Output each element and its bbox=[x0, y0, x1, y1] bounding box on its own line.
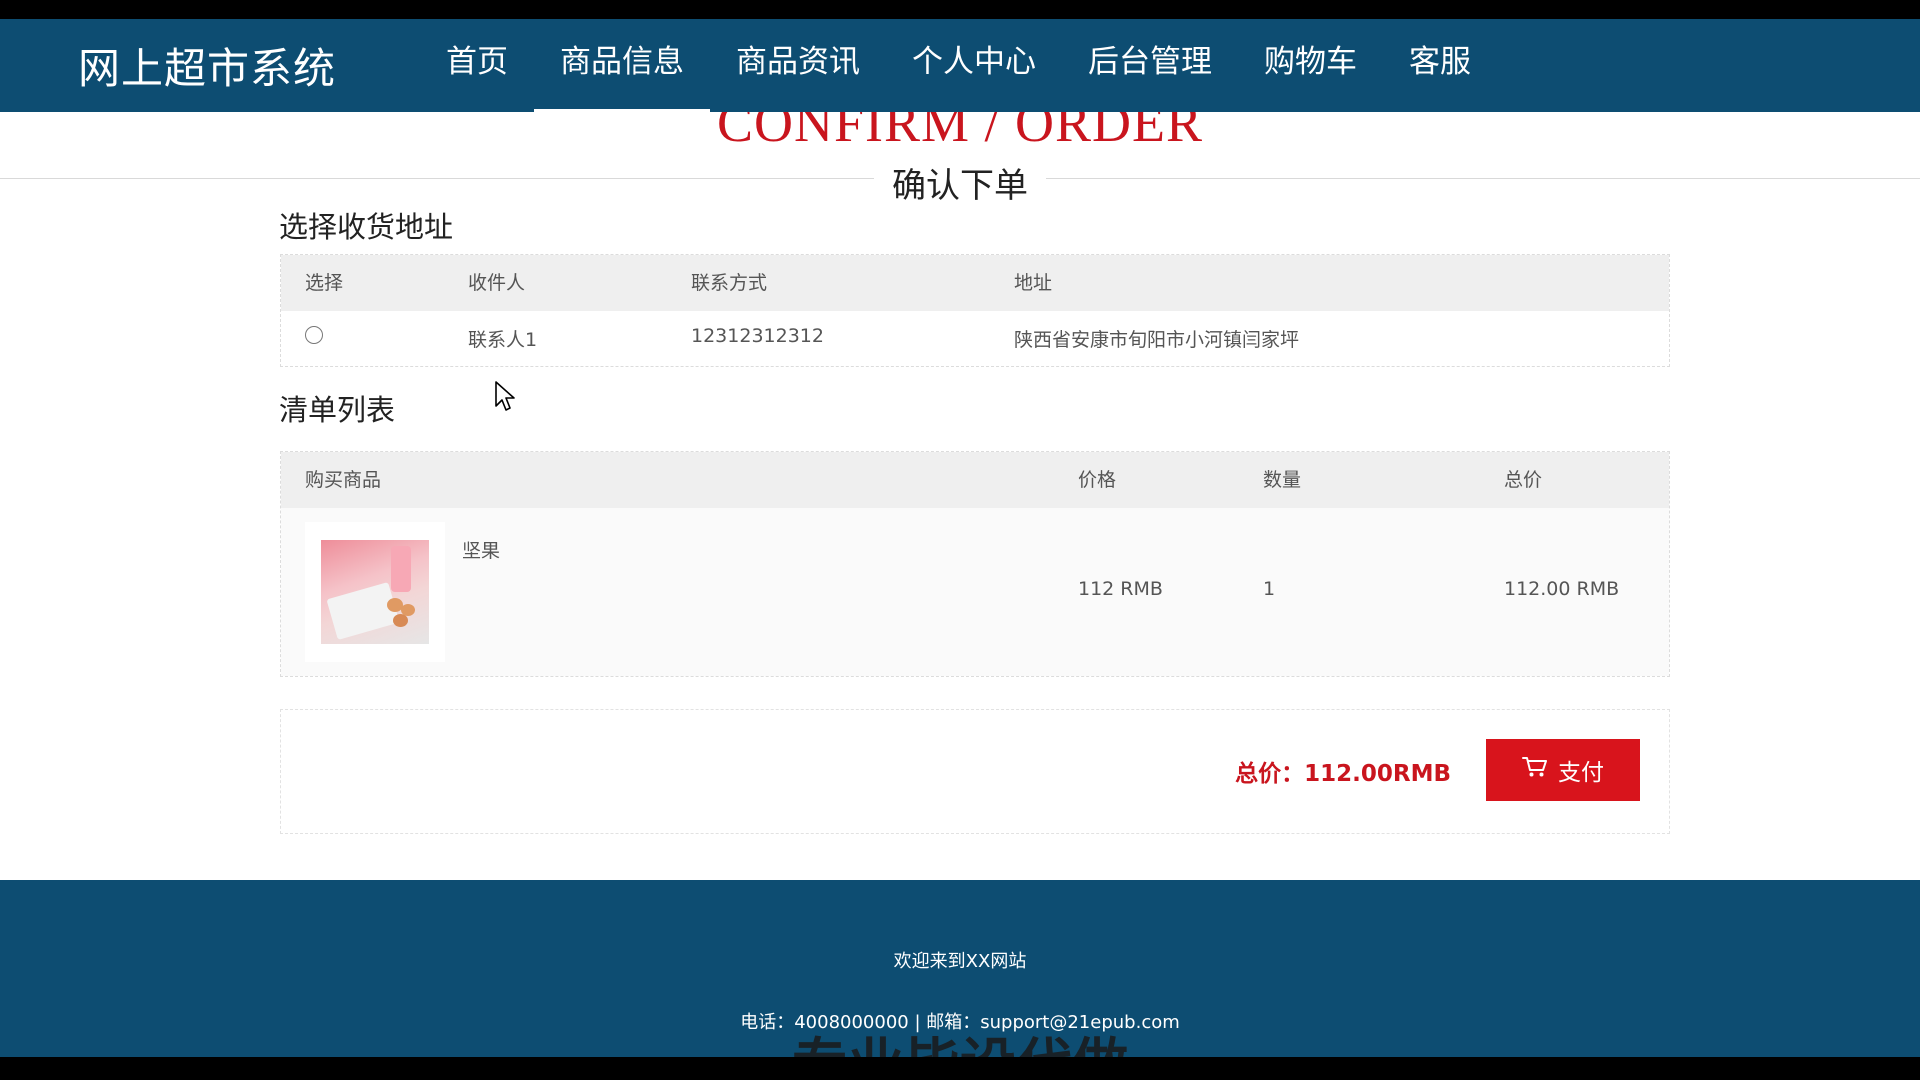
order-table-header: 购买商品 价格 数量 总价 bbox=[281, 452, 1669, 508]
brand-title: 网上超市系统 bbox=[78, 44, 337, 93]
order-summary: 总价：112.00RMB 支付 bbox=[280, 709, 1670, 834]
order-col-quantity: 数量 bbox=[1263, 469, 1302, 491]
phone-cell: 12312312312 bbox=[691, 325, 824, 347]
page-subtitle: 确认下单 bbox=[0, 158, 1920, 207]
address-col-recipient: 收件人 bbox=[468, 272, 526, 294]
nav-item-profile[interactable]: 个人中心 bbox=[886, 19, 1062, 112]
footer-welcome: 欢迎来到XX网站 bbox=[893, 951, 1027, 972]
mouse-cursor-icon bbox=[495, 381, 515, 411]
nav-item-service[interactable]: 客服 bbox=[1383, 19, 1497, 112]
order-col-price: 价格 bbox=[1078, 469, 1117, 491]
address-section-title: 选择收货地址 bbox=[279, 210, 454, 244]
product-price: 112 RMB bbox=[1078, 578, 1163, 600]
order-col-product: 购买商品 bbox=[305, 469, 382, 491]
main-content: CONFIRM / ORDER 确认下单 选择收货地址 选择 收件人 联系方式 … bbox=[0, 112, 1920, 880]
address-cell: 陕西省安康市旬阳市小河镇闫家坪 bbox=[1014, 329, 1300, 351]
watermark-text: 专业毕设代做 bbox=[0, 1020, 1920, 1057]
footer: 欢迎来到XX网站 电话：4008000000 | 邮箱：support@21ep… bbox=[0, 880, 1920, 1057]
nav-item-products[interactable]: 商品信息 bbox=[534, 19, 710, 112]
table-row: 坚果 112 RMB 1 112.00 RMB bbox=[281, 508, 1669, 676]
nav-item-news[interactable]: 商品资讯 bbox=[710, 19, 886, 112]
address-table-header: 选择 收件人 联系方式 地址 bbox=[281, 255, 1669, 311]
address-col-select: 选择 bbox=[305, 272, 344, 294]
pay-label: 支付 bbox=[1558, 759, 1604, 785]
product-total: 112.00 RMB bbox=[1504, 578, 1620, 600]
table-row[interactable]: 联系人1 12312312312 陕西省安康市旬阳市小河镇闫家坪 bbox=[281, 311, 1669, 366]
address-table: 选择 收件人 联系方式 地址 联系人1 12312312312 陕西省安康市旬阳… bbox=[280, 254, 1670, 367]
page-title-en: CONFIRM / ORDER bbox=[716, 112, 1204, 153]
cart-icon bbox=[1522, 756, 1548, 784]
top-letterbox bbox=[0, 0, 1920, 19]
total-price: 总价：112.00RMB bbox=[1235, 754, 1451, 788]
address-col-address: 地址 bbox=[1014, 272, 1053, 294]
pay-button[interactable]: 支付 bbox=[1486, 739, 1640, 801]
address-radio[interactable] bbox=[305, 326, 323, 344]
product-quantity: 1 bbox=[1263, 578, 1276, 600]
recipient-cell: 联系人1 bbox=[468, 329, 538, 351]
order-table: 购买商品 价格 数量 总价 坚果 112 RMB 1 112.00 RMB bbox=[280, 451, 1670, 677]
order-section-title: 清单列表 bbox=[279, 393, 396, 427]
total-value: 112.00RMB bbox=[1304, 761, 1451, 787]
order-col-total: 总价 bbox=[1504, 469, 1543, 491]
nav-item-home[interactable]: 首页 bbox=[420, 19, 534, 112]
nav-item-cart[interactable]: 购物车 bbox=[1238, 19, 1383, 112]
page-title-cn: 确认下单 bbox=[874, 166, 1046, 206]
product-image bbox=[321, 540, 429, 644]
navbar: 网上超市系统 首页 商品信息 商品资讯 个人中心 后台管理 购物车 客服 bbox=[0, 19, 1920, 112]
nav-item-admin[interactable]: 后台管理 bbox=[1062, 19, 1238, 112]
address-col-phone: 联系方式 bbox=[691, 272, 768, 294]
bottom-letterbox bbox=[0, 1057, 1920, 1080]
total-label: 总价： bbox=[1235, 761, 1305, 787]
main-nav: 首页 商品信息 商品资讯 个人中心 后台管理 购物车 客服 bbox=[420, 19, 1497, 112]
product-thumbnail[interactable] bbox=[305, 522, 445, 662]
product-name[interactable]: 坚果 bbox=[462, 536, 500, 563]
